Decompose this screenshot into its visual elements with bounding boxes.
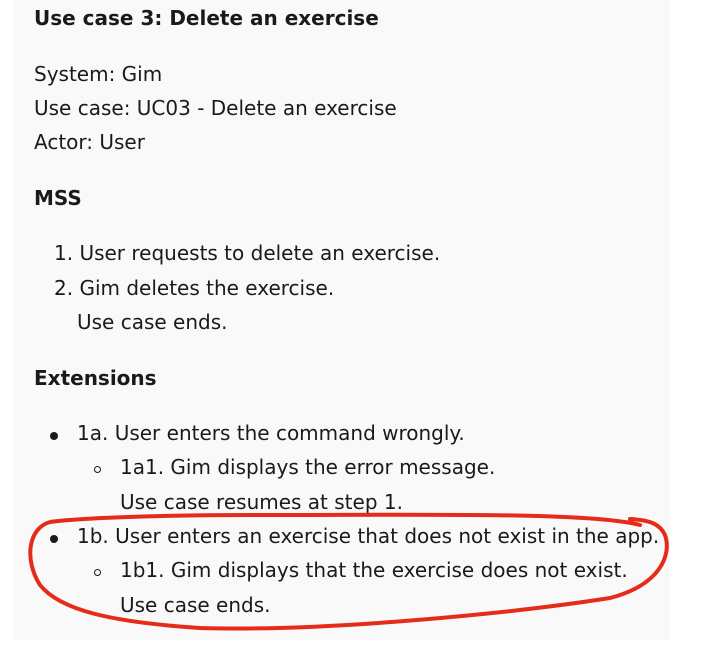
extension-item: 1b. User enters an exercise that does no… — [77, 524, 660, 548]
extensions-heading: Extensions — [34, 366, 157, 390]
mss-heading: MSS — [34, 186, 82, 210]
mss-end: Use case ends. — [77, 310, 228, 334]
bullet-disc-icon — [50, 432, 58, 440]
extension-subitem: 1b1. Gim displays that the exercise does… — [120, 558, 628, 582]
bullet-circle-icon — [94, 569, 101, 576]
use-case-line: Use case: UC03 - Delete an exercise — [34, 96, 397, 120]
system-line: System: Gim — [34, 62, 163, 86]
extension-subitem: 1a1. Gim displays the error message. — [120, 455, 496, 479]
extension-end: Use case resumes at step 1. — [120, 490, 403, 514]
extension-end: Use case ends. — [120, 593, 271, 617]
mss-step: 1. User requests to delete an exercise. — [54, 241, 441, 265]
bullet-circle-icon — [94, 466, 101, 473]
mss-step: 2. Gim deletes the exercise. — [54, 276, 335, 300]
extension-item: 1a. User enters the command wrongly. — [77, 421, 465, 445]
document-page: Use case 3: Delete an exercise System: G… — [14, 0, 670, 640]
actor-line: Actor: User — [34, 130, 145, 154]
page-title: Use case 3: Delete an exercise — [34, 6, 379, 30]
bullet-disc-icon — [50, 535, 58, 543]
